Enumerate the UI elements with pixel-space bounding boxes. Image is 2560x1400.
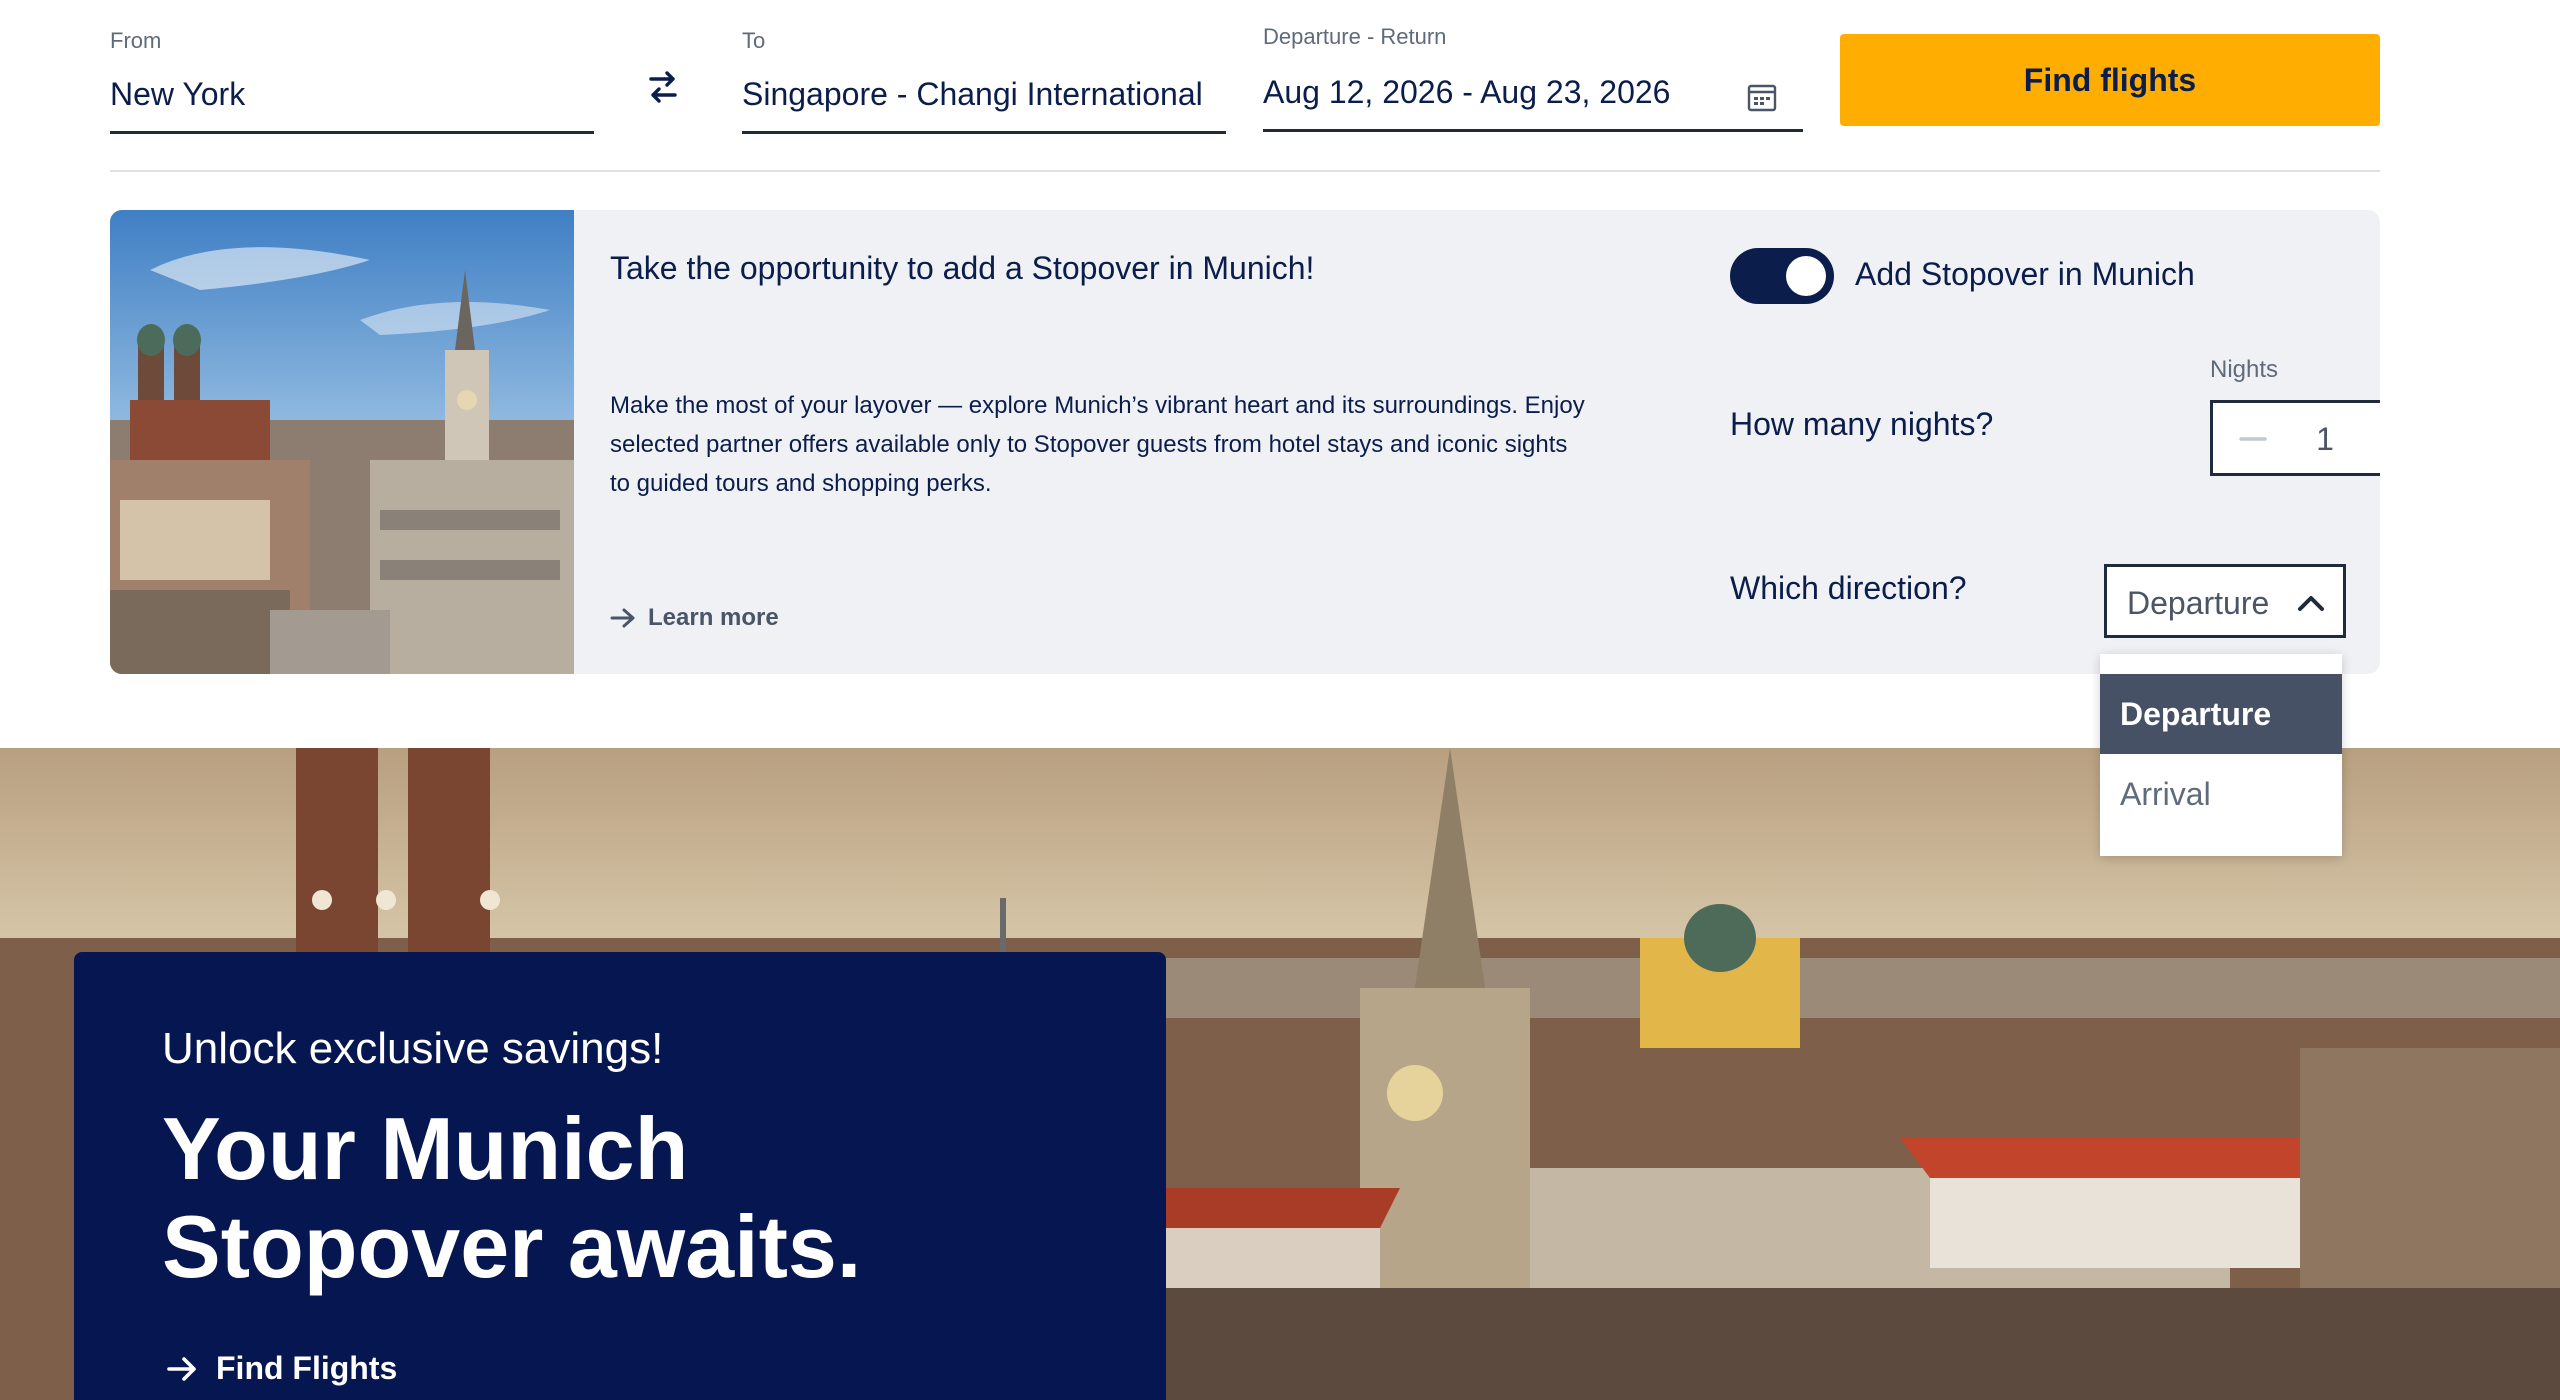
promo-cta-label: Find Flights [216, 1350, 398, 1386]
promo-headline: Your Munich Stopover awaits. [162, 1099, 862, 1296]
plus-icon[interactable] [2377, 419, 2380, 459]
to-label: To [742, 28, 766, 53]
direction-select[interactable]: Departure [2104, 564, 2346, 638]
calendar-icon[interactable] [1745, 80, 1779, 114]
stopover-title: Take the opportunity to add a Stopover i… [610, 250, 1315, 286]
stopover-toggle-label: Add Stopover in Munich [1855, 256, 2195, 292]
munich-city-photo [110, 210, 574, 674]
nights-question: How many nights? [1730, 406, 1994, 442]
direction-option-arrival[interactable]: Arrival [2100, 754, 2342, 834]
dates-label: Departure - Return [1263, 24, 1447, 49]
direction-dropdown: Departure Arrival [2100, 654, 2342, 856]
dates-underline [1263, 129, 1803, 132]
nights-value: 1 [2316, 421, 2334, 457]
dates-field[interactable]: Departure - Return Aug 12, 2026 - Aug 23… [1263, 22, 1803, 132]
promo-find-flights-link[interactable]: Find Flights [166, 1350, 397, 1387]
direction-question: Which direction? [1730, 570, 1967, 606]
to-field[interactable]: To Singapore - Changi International [742, 24, 1226, 134]
nights-stepper[interactable]: 1 [2210, 400, 2380, 476]
learn-more-link[interactable]: Learn more [610, 604, 779, 632]
toggle-knob [1786, 256, 1826, 296]
search-divider [110, 170, 2380, 172]
learn-more-label: Learn more [648, 604, 779, 631]
stopover-toggle[interactable] [1730, 248, 1834, 304]
promo-panel: Unlock exclusive savings! Your Munich St… [74, 952, 1166, 1400]
stopover-card: Take the opportunity to add a Stopover i… [110, 210, 2380, 674]
find-flights-button[interactable]: Find flights [1840, 34, 2380, 126]
from-field[interactable]: From New York [110, 24, 594, 134]
promo-subtitle: Unlock exclusive savings! [162, 1024, 664, 1073]
arrow-right-icon [167, 1356, 196, 1381]
to-value[interactable]: Singapore - Changi International [742, 76, 1203, 113]
swap-arrows-icon[interactable] [642, 66, 684, 108]
from-label: From [110, 28, 162, 53]
stopover-description: Make the most of your layover — explore … [610, 392, 1585, 497]
chevron-up-icon [2298, 596, 2324, 611]
direction-option-departure[interactable]: Departure [2100, 674, 2342, 754]
from-underline [110, 131, 594, 134]
direction-current-value: Departure [2127, 585, 2270, 621]
to-underline [742, 131, 1226, 134]
from-value[interactable]: New York [110, 76, 245, 113]
nights-label: Nights [2210, 356, 2279, 383]
arrow-right-icon [610, 608, 635, 628]
dates-value[interactable]: Aug 12, 2026 - Aug 23, 2026 [1263, 74, 1670, 111]
flight-search-bar: From New York To Singapore - Changi Inte… [0, 0, 2560, 172]
